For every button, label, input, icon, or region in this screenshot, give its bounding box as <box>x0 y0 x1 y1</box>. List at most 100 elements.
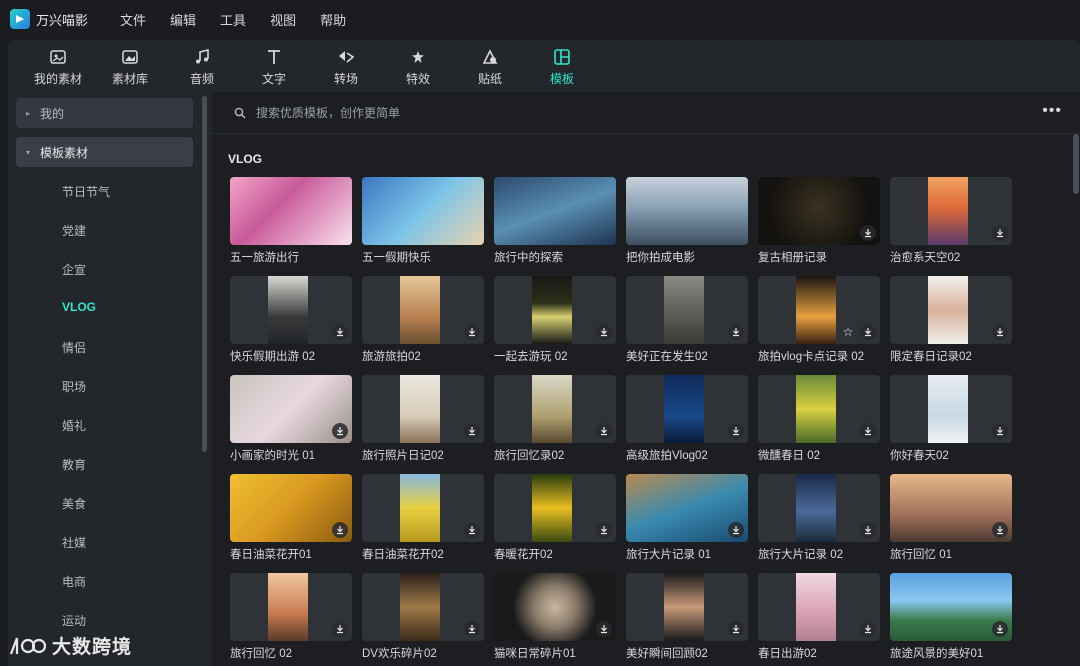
template-thumbnail[interactable] <box>230 474 352 542</box>
template-card[interactable]: 限定春日记录02 <box>890 276 1012 364</box>
download-icon[interactable] <box>332 423 348 439</box>
menu-file[interactable]: 文件 <box>120 10 146 29</box>
download-icon[interactable] <box>728 522 744 538</box>
sidebar-item-couple[interactable]: 情侣 <box>62 339 86 356</box>
template-thumbnail[interactable] <box>626 375 748 443</box>
sidebar-group-mine[interactable]: ▸ 我的 <box>16 98 193 128</box>
favorite-star-icon[interactable]: ☆ <box>840 324 856 340</box>
template-card[interactable]: 旅途风景的美好01 <box>890 573 1012 661</box>
menu-edit[interactable]: 编辑 <box>170 10 196 29</box>
template-card[interactable]: 五一旅游出行 <box>230 177 352 265</box>
download-icon[interactable] <box>992 522 1008 538</box>
sidebar-item-social[interactable]: 社媒 <box>62 534 86 551</box>
template-card[interactable]: 春日油菜花开01 <box>230 474 352 562</box>
download-icon[interactable] <box>860 621 876 637</box>
template-card[interactable]: 旅行大片记录 01 <box>626 474 748 562</box>
template-thumbnail[interactable] <box>362 177 484 245</box>
template-card[interactable]: 旅行回忆 02 <box>230 573 352 661</box>
template-thumbnail[interactable] <box>362 474 484 542</box>
sidebar-item-workplace[interactable]: 职场 <box>62 378 86 395</box>
download-icon[interactable] <box>332 621 348 637</box>
tab-transition[interactable]: 转场 <box>310 42 382 92</box>
template-card[interactable]: 猫咪日常碎片01 <box>494 573 616 661</box>
template-thumbnail[interactable] <box>758 177 880 245</box>
download-icon[interactable] <box>992 621 1008 637</box>
download-icon[interactable] <box>728 621 744 637</box>
download-icon[interactable] <box>464 522 480 538</box>
template-thumbnail[interactable] <box>494 276 616 344</box>
template-thumbnail[interactable] <box>758 573 880 641</box>
sidebar-item-wedding[interactable]: 婚礼 <box>62 417 86 434</box>
download-icon[interactable] <box>992 324 1008 340</box>
template-card[interactable]: 春暖花开02 <box>494 474 616 562</box>
download-icon[interactable] <box>332 324 348 340</box>
template-thumbnail[interactable] <box>626 474 748 542</box>
sidebar-scrollbar[interactable] <box>202 96 207 452</box>
menu-view[interactable]: 视图 <box>270 10 296 29</box>
sidebar-item-party[interactable]: 党建 <box>62 222 86 239</box>
tab-audio[interactable]: 音频 <box>166 42 238 92</box>
template-card[interactable]: 复古相册记录 <box>758 177 880 265</box>
download-icon[interactable] <box>992 225 1008 241</box>
template-thumbnail[interactable] <box>362 276 484 344</box>
template-thumbnail[interactable] <box>890 177 1012 245</box>
template-thumbnail[interactable] <box>626 177 748 245</box>
template-card[interactable]: 一起去游玩 02 <box>494 276 616 364</box>
download-icon[interactable] <box>596 522 612 538</box>
download-icon[interactable] <box>728 324 744 340</box>
tab-sticker[interactable]: 贴纸 <box>454 42 526 92</box>
template-thumbnail[interactable] <box>494 573 616 641</box>
template-card[interactable]: 旅行回忆 01 <box>890 474 1012 562</box>
template-thumbnail[interactable] <box>626 573 748 641</box>
template-card[interactable]: 旅行回忆录02 <box>494 375 616 463</box>
template-thumbnail[interactable]: ☆ <box>758 276 880 344</box>
template-card[interactable]: 春日油菜花开02 <box>362 474 484 562</box>
tab-template[interactable]: 模板 <box>526 42 598 92</box>
template-card[interactable]: 治愈系天空02 <box>890 177 1012 265</box>
template-card[interactable]: 美好瞬间回顾02 <box>626 573 748 661</box>
template-card[interactable]: 美好正在发生02 <box>626 276 748 364</box>
template-thumbnail[interactable] <box>494 177 616 245</box>
download-icon[interactable] <box>728 423 744 439</box>
download-icon[interactable] <box>464 423 480 439</box>
tab-effects[interactable]: 特效 <box>382 42 454 92</box>
download-icon[interactable] <box>332 522 348 538</box>
template-thumbnail[interactable] <box>758 474 880 542</box>
sidebar-item-food[interactable]: 美食 <box>62 495 86 512</box>
template-card[interactable]: 小画家的时光 01 <box>230 375 352 463</box>
download-icon[interactable] <box>464 324 480 340</box>
download-icon[interactable] <box>596 423 612 439</box>
template-card[interactable]: ☆ 旅拍vlog卡点记录 02 <box>758 276 880 364</box>
menu-help[interactable]: 帮助 <box>320 10 346 29</box>
template-thumbnail[interactable] <box>230 375 352 443</box>
download-icon[interactable] <box>860 423 876 439</box>
tab-stock-library[interactable]: 素材库 <box>94 42 166 92</box>
template-card[interactable]: 快乐假期出游 02 <box>230 276 352 364</box>
template-card[interactable]: 旅行照片日记02 <box>362 375 484 463</box>
template-thumbnail[interactable] <box>890 573 1012 641</box>
template-thumbnail[interactable] <box>890 375 1012 443</box>
template-thumbnail[interactable] <box>230 177 352 245</box>
template-thumbnail[interactable] <box>890 276 1012 344</box>
template-card[interactable]: 旅行中的探索 <box>494 177 616 265</box>
download-icon[interactable] <box>992 423 1008 439</box>
template-thumbnail[interactable] <box>362 375 484 443</box>
tab-text[interactable]: 文字 <box>238 42 310 92</box>
template-thumbnail[interactable] <box>230 276 352 344</box>
template-card[interactable]: 春日出游02 <box>758 573 880 661</box>
template-card[interactable]: 把你拍成电影 <box>626 177 748 265</box>
template-card[interactable]: 微醺春日 02 <box>758 375 880 463</box>
download-icon[interactable] <box>860 324 876 340</box>
tab-my-media[interactable]: 我的素材 <box>22 42 94 92</box>
sidebar-item-education[interactable]: 教育 <box>62 456 86 473</box>
template-thumbnail[interactable] <box>494 474 616 542</box>
template-card[interactable]: 旅行大片记录 02 <box>758 474 880 562</box>
template-thumbnail[interactable] <box>230 573 352 641</box>
sidebar-item-corporate[interactable]: 企宣 <box>62 261 86 278</box>
template-thumbnail[interactable] <box>362 573 484 641</box>
sidebar-item-vlog[interactable]: VLOG <box>62 300 96 314</box>
sidebar-item-festivals[interactable]: 节日节气 <box>62 183 110 200</box>
download-icon[interactable] <box>860 522 876 538</box>
template-thumbnail[interactable] <box>494 375 616 443</box>
template-card[interactable]: 高级旅拍Vlog02 <box>626 375 748 463</box>
